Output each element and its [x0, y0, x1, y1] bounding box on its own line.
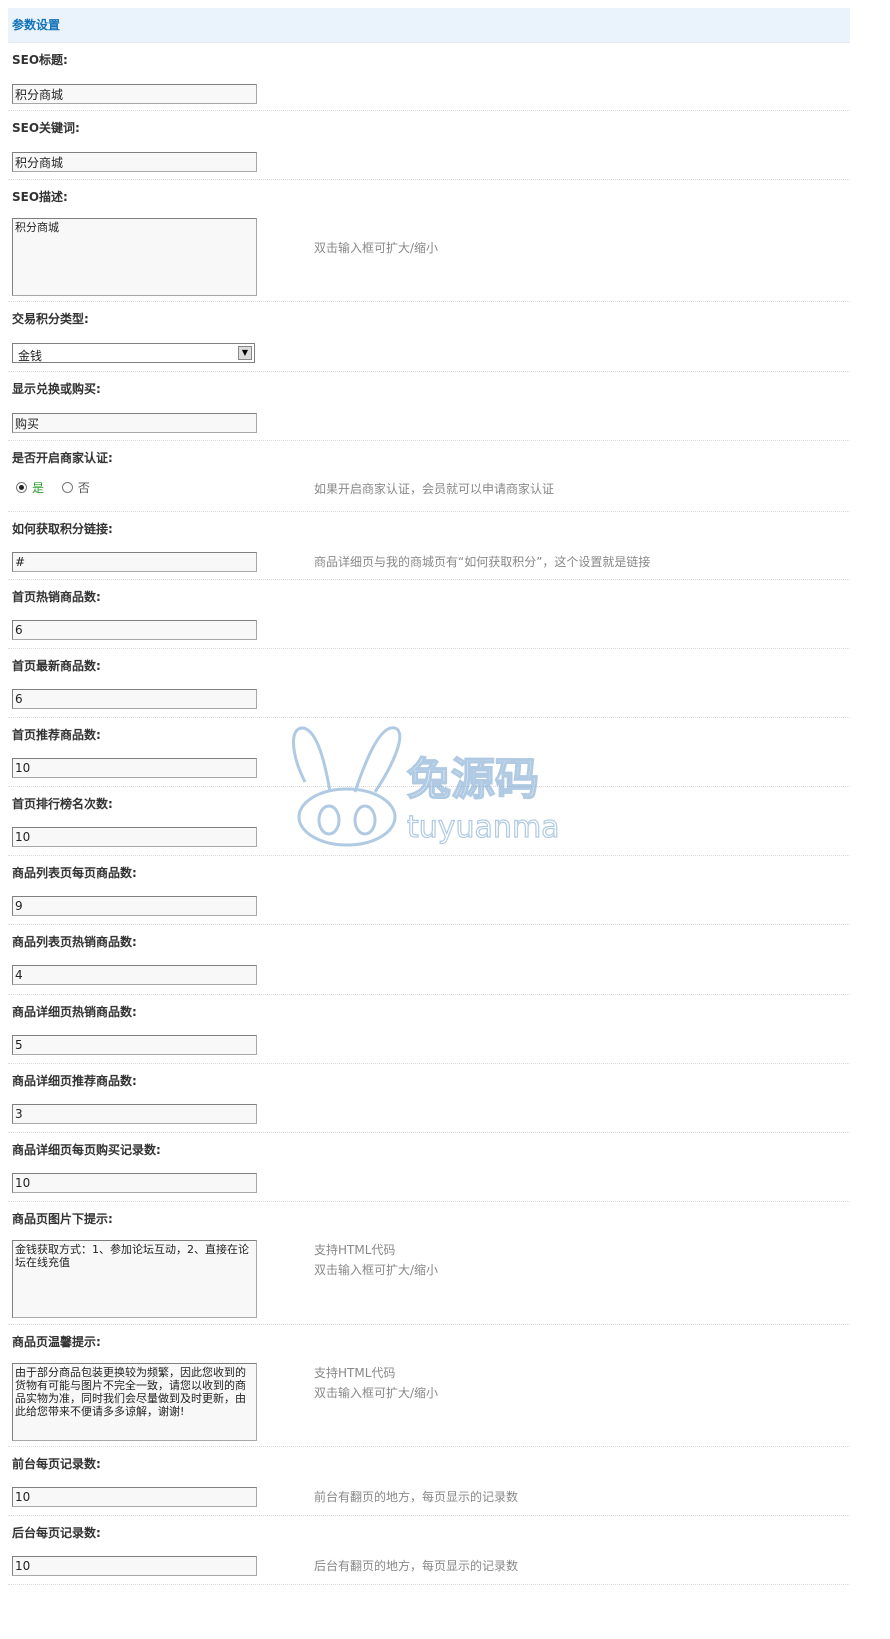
seo-title-row: SEO标题:: [8, 43, 850, 111]
image-tip-hint-html: 支持HTML代码: [314, 1243, 396, 1257]
front-per-page-hint: 前台有翻页的地方，每页显示的记录数: [314, 1490, 519, 1504]
back-per-page-label: 后台每页记录数:: [12, 1526, 101, 1540]
merchant-auth-radio-group: 是 否: [16, 479, 104, 496]
exchange-or-buy-label: 显示兑换或购买:: [12, 382, 101, 396]
seo-keywords-label: SEO关键词:: [12, 121, 80, 135]
seo-description-hint: 双击输入框可扩大/缩小: [314, 241, 439, 255]
seo-keywords-row: SEO关键词:: [8, 111, 850, 180]
section-title: 参数设置: [8, 8, 850, 43]
credit-link-hint: 商品详细页与我的商城页有“如何获取积分”，这个设置就是链接: [314, 555, 651, 569]
detail-hot-row: 商品详细页热销商品数:: [8, 995, 850, 1064]
seo-description-textarea[interactable]: 积分商城: [12, 218, 257, 296]
list-hot-row: 商品列表页热销商品数:: [8, 925, 850, 995]
trade-credit-type-label: 交易积分类型:: [12, 312, 89, 326]
list-hot-label: 商品列表页热销商品数:: [12, 935, 137, 949]
trade-credit-type-value: 金钱: [18, 349, 43, 363]
seo-description-label: SEO描述:: [12, 190, 68, 204]
home-rank-row: 首页排行榜名次数:: [8, 787, 850, 856]
detail-recommend-input[interactable]: [12, 1104, 257, 1124]
settings-form: 参数设置 SEO标题: SEO关键词: SEO描述: 积分商城 双击输入框可扩大…: [8, 8, 850, 1585]
front-per-page-label: 前台每页记录数:: [12, 1457, 101, 1471]
list-per-page-input[interactable]: [12, 896, 257, 916]
merchant-auth-label: 是否开启商家认证:: [12, 451, 113, 465]
exchange-or-buy-input[interactable]: [12, 413, 257, 433]
exchange-or-buy-row: 显示兑换或购买:: [8, 372, 850, 441]
merchant-auth-hint: 如果开启商家认证，会员就可以申请商家认证: [314, 482, 555, 496]
image-tip-row: 商品页图片下提示: 金钱获取方式：1、参加论坛互动，2、直接在论坛在线充值 支持…: [8, 1202, 850, 1325]
image-tip-hint-resize: 双击输入框可扩大/缩小: [314, 1263, 439, 1277]
front-per-page-input[interactable]: [12, 1487, 257, 1507]
front-per-page-row: 前台每页记录数: 前台有翻页的地方，每页显示的记录数: [8, 1447, 850, 1516]
home-recommend-label: 首页推荐商品数:: [12, 728, 101, 742]
home-hot-input[interactable]: [12, 620, 257, 640]
merchant-auth-row: 是否开启商家认证: 是 否 如果开启商家认证，会员就可以申请商家认证: [8, 441, 850, 512]
home-hot-row: 首页热销商品数:: [8, 580, 850, 649]
home-hot-label: 首页热销商品数:: [12, 590, 101, 604]
seo-title-label: SEO标题:: [12, 53, 68, 67]
seo-description-row: SEO描述: 积分商城 双击输入框可扩大/缩小: [8, 180, 850, 302]
detail-recommend-label: 商品详细页推荐商品数:: [12, 1074, 137, 1088]
back-per-page-input[interactable]: [12, 1556, 257, 1576]
detail-hot-input[interactable]: [12, 1035, 257, 1055]
home-new-row: 首页最新商品数:: [8, 649, 850, 718]
chevron-down-icon[interactable]: ▼: [238, 346, 252, 360]
warm-tip-hint-resize: 双击输入框可扩大/缩小: [314, 1386, 439, 1400]
detail-buy-records-label: 商品详细页每页购买记录数:: [12, 1143, 161, 1157]
image-tip-textarea[interactable]: 金钱获取方式：1、参加论坛互动，2、直接在论坛在线充值: [12, 1240, 257, 1318]
list-per-page-row: 商品列表页每页商品数:: [8, 856, 850, 925]
back-per-page-hint: 后台有翻页的地方，每页显示的记录数: [314, 1559, 519, 1573]
trade-credit-type-row: 交易积分类型: 金钱 ▼: [8, 302, 850, 372]
seo-keywords-input[interactable]: [12, 152, 257, 172]
merchant-auth-yes-radio[interactable]: [16, 482, 27, 493]
merchant-auth-yes-label[interactable]: 是: [32, 479, 44, 496]
home-rank-input[interactable]: [12, 827, 257, 847]
home-rank-label: 首页排行榜名次数:: [12, 797, 113, 811]
home-new-label: 首页最新商品数:: [12, 659, 101, 673]
home-new-input[interactable]: [12, 689, 257, 709]
detail-buy-records-input[interactable]: [12, 1173, 257, 1193]
detail-buy-records-row: 商品详细页每页购买记录数:: [8, 1133, 850, 1202]
home-recommend-input[interactable]: [12, 758, 257, 778]
warm-tip-row: 商品页温馨提示: 由于部分商品包装更换较为频繁，因此您收到的货物有可能与图片不完…: [8, 1325, 850, 1447]
warm-tip-textarea[interactable]: 由于部分商品包装更换较为频繁，因此您收到的货物有可能与图片不完全一致，请您以收到…: [12, 1363, 257, 1441]
merchant-auth-no-label[interactable]: 否: [78, 479, 90, 496]
credit-link-input[interactable]: [12, 552, 257, 572]
image-tip-label: 商品页图片下提示:: [12, 1212, 113, 1226]
merchant-auth-no-radio[interactable]: [61, 482, 73, 493]
list-hot-input[interactable]: [12, 965, 257, 985]
detail-hot-label: 商品详细页热销商品数:: [12, 1005, 137, 1019]
warm-tip-label: 商品页温馨提示:: [12, 1335, 101, 1349]
warm-tip-hint-html: 支持HTML代码: [314, 1366, 396, 1380]
detail-recommend-row: 商品详细页推荐商品数:: [8, 1064, 850, 1133]
list-per-page-label: 商品列表页每页商品数:: [12, 866, 137, 880]
trade-credit-type-select[interactable]: 金钱 ▼: [12, 343, 255, 363]
back-per-page-row: 后台每页记录数: 后台有翻页的地方，每页显示的记录数: [8, 1516, 850, 1585]
home-recommend-row: 首页推荐商品数:: [8, 718, 850, 787]
seo-title-input[interactable]: [12, 84, 257, 104]
credit-link-row: 如何获取积分链接: 商品详细页与我的商城页有“如何获取积分”，这个设置就是链接: [8, 512, 850, 580]
credit-link-label: 如何获取积分链接:: [12, 522, 113, 536]
